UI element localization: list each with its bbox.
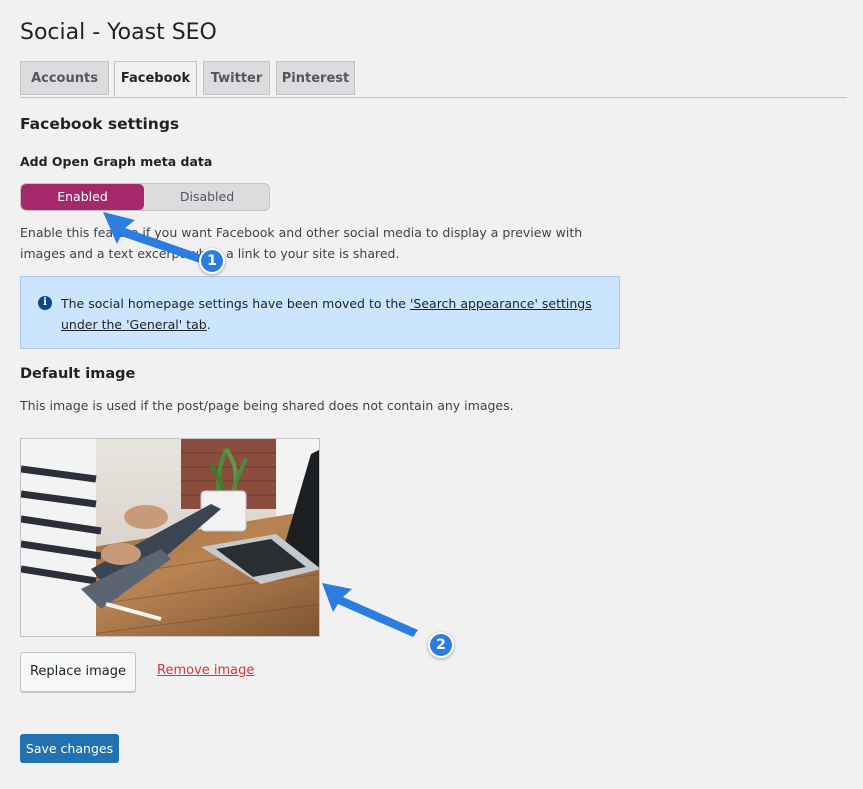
info-icon: i xyxy=(38,296,52,310)
annotation-badge-2: 2 xyxy=(428,632,454,658)
tab-pinterest[interactable]: Pinterest xyxy=(276,61,355,95)
open-graph-toggle: Enabled Disabled xyxy=(20,183,270,211)
info-notice: i The social homepage settings have been… xyxy=(20,276,620,349)
open-graph-label: Add Open Graph meta data xyxy=(20,154,213,169)
open-graph-description: Enable this feature if you want Facebook… xyxy=(20,225,583,261)
tab-accounts[interactable]: Accounts xyxy=(20,61,109,95)
annotation-badge-1: 1 xyxy=(199,248,225,274)
page-title: Social - Yoast SEO xyxy=(20,20,217,45)
toggle-disabled-option[interactable]: Disabled xyxy=(145,184,269,210)
facebook-settings-heading: Facebook settings xyxy=(20,115,180,133)
default-image-heading: Default image xyxy=(20,366,136,382)
notice-text-after: . xyxy=(206,317,211,332)
default-image-preview xyxy=(20,438,320,637)
remove-image-link[interactable]: Remove image xyxy=(157,663,254,678)
save-changes-button[interactable]: Save changes xyxy=(20,734,119,763)
tab-facebook[interactable]: Facebook xyxy=(114,61,197,97)
notice-text: The social homepage settings have been m… xyxy=(61,293,611,335)
annotation-arrow-2 xyxy=(322,583,418,637)
tab-bar: Accounts Facebook Twitter Pinterest xyxy=(20,61,847,98)
notice-text-before: The social homepage settings have been m… xyxy=(61,296,410,311)
default-image-illustration xyxy=(21,439,319,636)
toggle-enabled-option[interactable]: Enabled xyxy=(21,184,144,210)
tab-twitter[interactable]: Twitter xyxy=(203,61,270,95)
replace-image-button[interactable]: Replace image xyxy=(20,652,136,692)
default-image-description: This image is used if the post/page bein… xyxy=(20,398,514,413)
